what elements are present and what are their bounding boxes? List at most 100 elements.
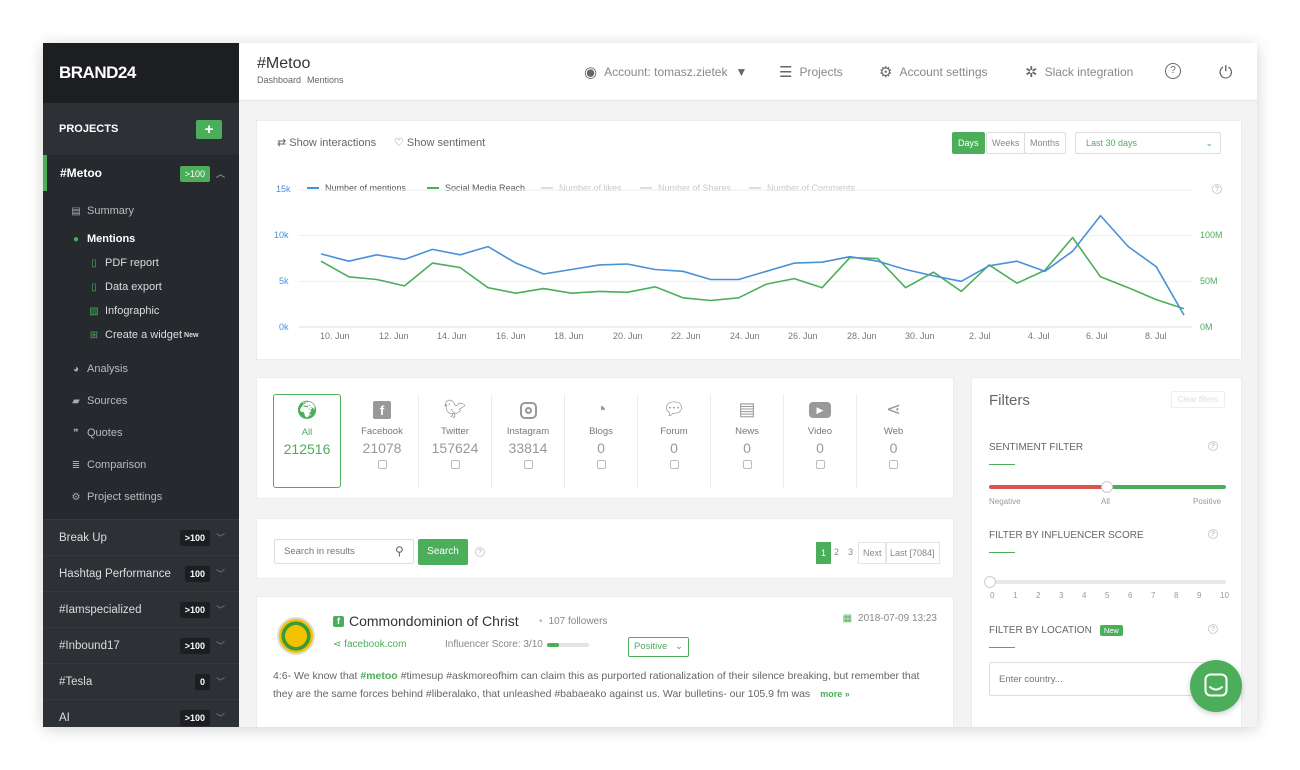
channel-forum[interactable]: 💬︎ Forum 0 [638,394,711,488]
sidebar-item-quotes[interactable]: ❞ Quotes [43,417,239,449]
channel-blogs[interactable]: ◔ Blogs 0 [565,394,638,488]
mention-followers: • 107 followers [539,616,608,627]
chevron-down-icon[interactable]: ﹀ [216,569,225,579]
sidebar-item-label: Infographic [105,305,160,317]
channel-checkbox[interactable] [596,460,606,469]
project-meta: >100 ﹀ [179,710,225,726]
help-button[interactable]: ? [1165,63,1188,79]
mention-date: ▦ 2018-07-09 13:23 [843,613,937,624]
clear-filters-button[interactable]: Clear filters [1170,391,1225,408]
account-menu[interactable]: ◉ Account: tomasz.zietek ▼ [584,63,747,81]
sentiment-tick: Negative [989,497,1021,506]
sidebar-item-infographic[interactable]: ▧ Infographic [43,299,239,323]
channel-checkbox[interactable] [523,460,533,469]
sidebar-item-analysis[interactable]: ◕ Analysis [43,353,239,385]
account-settings-link[interactable]: ⚙ Account settings [879,63,988,81]
project-row[interactable]: Hashtag Performance 100 ﹀ [43,555,239,591]
channel-checkbox[interactable] [742,460,752,469]
channel-video[interactable]: ▶ Video 0 [784,394,857,488]
slack-integration-link[interactable]: ✲ Slack integration [1025,63,1133,81]
channel-checkbox[interactable] [450,460,460,469]
channel-checkbox[interactable] [815,460,825,469]
channel-name: News [735,426,759,437]
page-3-button[interactable]: 3 [844,542,857,564]
chevron-down-icon[interactable]: ﹀ [216,641,225,651]
project-row[interactable]: Break Up >100 ﹀ [43,519,239,555]
project-row[interactable]: #Iamspecialized >100 ﹀ [43,591,239,627]
chevron-up-icon[interactable]: ︿ [216,169,225,179]
search-help-icon[interactable]: ? [475,547,485,557]
page-1-button[interactable]: 1 [816,542,832,564]
channel-news[interactable]: ▤ News 0 [711,394,784,488]
channel-web[interactable]: ⋖ Web 0 [857,394,930,488]
breadcrumb-mentions[interactable]: Mentions [307,75,344,85]
last-page-button[interactable]: Last [7084] [885,542,940,564]
page-2-button[interactable]: 2 [830,542,843,564]
chevron-down-icon[interactable]: ﹀ [216,533,225,543]
instagram-icon [492,396,564,422]
influencer-tick: 2 [1036,591,1041,600]
influencer-help-icon[interactable]: ? [1208,529,1218,539]
influencer-slider-handle[interactable] [984,576,996,588]
active-project[interactable]: #Metoo >100 ︿ [43,155,239,191]
mention-source-link[interactable]: ⋖ facebook.com [333,639,406,650]
sidebar-item-label: Create a widget [105,329,183,341]
share-icon: ⋖ [333,639,345,650]
filters-title: Filters [989,392,1030,409]
sidebar-item-create-widget[interactable]: ⊞ Create a widget New [43,323,239,347]
sidebar-item-sources[interactable]: ▰ Sources [43,385,239,417]
project-row[interactable]: AI >100 ﹀ [43,699,239,727]
search-icon[interactable]: ⚲ [395,544,404,558]
sentiment-filter-label: SENTIMENT FILTER [989,442,1084,453]
project-name: Hashtag Performance [59,567,171,580]
sidebar-item-pdf-report[interactable]: ▯ PDF report [43,251,239,275]
sentiment-slider-handle[interactable] [1101,481,1113,493]
channel-facebook[interactable]: f Facebook 21078 [346,394,419,488]
sidebar-item-label: Mentions [87,233,136,245]
chat-widget-button[interactable] [1190,660,1242,712]
sentiment-tick: All [1101,497,1110,506]
more-link[interactable]: more » [820,689,850,699]
influencer-slider[interactable] [989,580,1226,584]
sentiment-select[interactable]: Positive ⌄ [628,637,689,657]
mention-author[interactable]: f Commondominion of Christ [333,613,519,629]
channel-checkbox[interactable] [669,460,679,469]
chevron-down-icon[interactable]: ﹀ [216,713,225,723]
channel-instagram[interactable]: Instagram 33814 [492,394,565,488]
sentiment-help-icon[interactable]: ? [1208,441,1218,451]
sidebar-item-comparison[interactable]: ≣ Comparison [43,449,239,481]
active-project-badge: >100 [179,166,210,182]
gear-icon: ⚙ [879,64,893,81]
mention-card: f Commondominion of Christ • 107 followers… [256,596,954,727]
x-tick: 2. Jul [969,331,991,341]
channel-all[interactable]: 🌍︎ All 212516 [273,394,341,488]
channel-name: Web [883,426,904,437]
next-page-button[interactable]: Next [858,542,887,564]
chevron-down-icon[interactable]: ﹀ [216,605,225,615]
channel-checkbox[interactable] [889,460,898,469]
chevron-down-icon[interactable]: ﹀ [216,677,225,687]
location-label-text: FILTER BY LOCATION [989,625,1092,637]
project-row[interactable]: #Tesla 0 ﹀ [43,663,239,699]
search-button[interactable]: Search [418,539,468,565]
breadcrumb-dashboard[interactable]: Dashboard [257,75,301,85]
channel-checkbox[interactable] [377,460,387,469]
logout-button[interactable]: ⏻ [1219,63,1239,83]
x-tick: 14. Jun [437,331,467,341]
channel-twitter[interactable]: 🐦︎ Twitter 157624 [419,394,492,488]
sidebar-item-project-settings[interactable]: ⚙ Project settings [43,481,239,513]
sidebar-item-summary[interactable]: ▤ Summary [43,195,239,227]
sidebar-item-data-export[interactable]: ▯ Data export [43,275,239,299]
sidebar-item-mentions[interactable]: ● Mentions [43,227,239,251]
location-help-icon[interactable]: ? [1208,624,1218,634]
search-input[interactable] [274,539,414,564]
avatar[interactable] [277,617,315,655]
series-line-social-media-reach[interactable] [320,236,1185,310]
project-row[interactable]: #Inbound17 >100 ﹀ [43,627,239,663]
projects-menu[interactable]: ☰ Projects [779,63,843,81]
brand-logo[interactable]: BRAND24 [43,43,239,103]
x-tick: 16. Jun [496,331,526,341]
project-meta: >100 ﹀ [179,602,225,618]
influencer-tick: 7 [1151,591,1156,600]
add-project-button[interactable]: + [196,119,222,139]
